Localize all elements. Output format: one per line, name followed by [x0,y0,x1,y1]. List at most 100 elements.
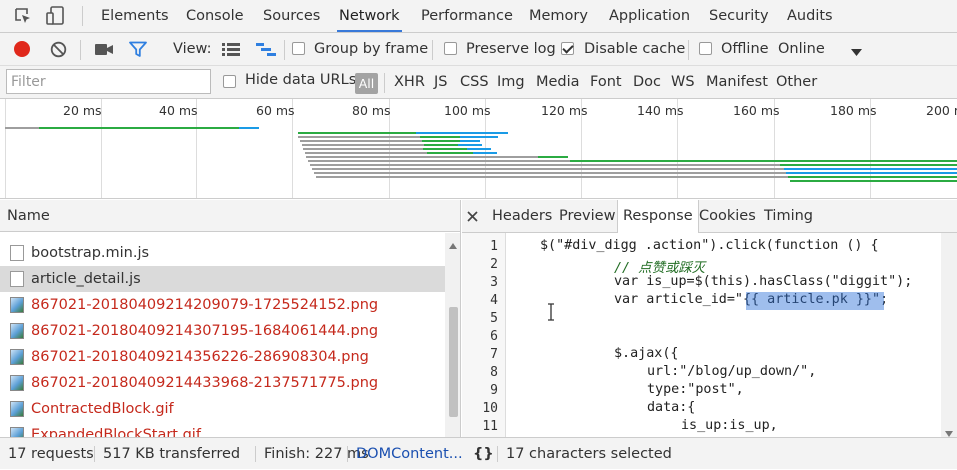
line-number: 1 [490,239,498,254]
disable-cache-checkbox[interactable] [561,42,574,55]
overview-tick-label: 40 ms [159,103,198,118]
request-row[interactable]: ExpandedBlockStart.gif [0,422,445,437]
capture-screenshots-icon[interactable] [94,42,114,61]
overview-tick-label: 80 ms [352,103,391,118]
filter-input[interactable] [6,69,211,94]
request-row[interactable]: 867021-20180409214356226-286908304.png [0,344,445,370]
tab-network[interactable]: Network [337,0,402,32]
record-icon[interactable] [14,41,30,57]
scroll-up-icon[interactable] [449,237,457,253]
tab-elements[interactable]: Elements [99,0,171,32]
filter-icon[interactable] [129,41,147,62]
line-number-gutter: 1 2 3 4 5 6 7 8 9 10 11 [462,233,506,437]
filter-type-manifest[interactable]: Manifest [706,66,768,99]
overview-waterfall-icon[interactable] [256,42,276,61]
network-overview[interactable]: 20 ms 40 ms 60 ms 80 ms 100 ms 120 ms 14… [0,99,957,199]
group-by-frame-checkbox[interactable] [292,42,305,55]
overview-tick-label: 120 ms [541,103,588,118]
tab-headers[interactable]: Headers [492,200,552,233]
request-row[interactable]: bootstrap.min.js [0,240,445,266]
tab-response[interactable]: Response [617,200,699,234]
tab-performance[interactable]: Performance [419,0,515,32]
overview-gridline [5,99,6,198]
line-number: 5 [490,311,498,326]
code-line: $.ajax({ [614,346,679,361]
pretty-print-icon[interactable]: {} [473,438,494,470]
hide-data-urls-label: Hide data URLs [245,72,357,88]
request-name: 867021-20180409214433968-2137571775.png [31,375,379,391]
tab-security[interactable]: Security [707,0,771,32]
request-row[interactable]: article_detail.js [0,266,445,292]
code-scrollbar[interactable] [941,233,957,437]
waterfall-bar [780,164,957,166]
hide-data-urls-checkbox[interactable] [223,75,236,88]
filter-type-other[interactable]: Other [776,66,817,99]
selection-info: 17 characters selected [506,446,672,462]
request-row[interactable]: 867021-20180409214307195-1684061444.png [0,318,445,344]
waterfall-bar [460,136,498,138]
tab-memory[interactable]: Memory [527,0,590,32]
detail-tab-bar: Headers Preview Response Cookies Timing [462,200,957,234]
filter-type-all[interactable]: All [355,73,378,94]
filter-type-doc[interactable]: Doc [633,66,661,99]
request-name: article_detail.js [31,271,141,287]
filter-type-ws[interactable]: WS [671,66,695,99]
image-file-icon [10,323,24,339]
tab-preview[interactable]: Preview [559,200,615,233]
toolbar-divider [432,40,433,60]
tab-audits[interactable]: Audits [785,0,835,32]
clear-icon[interactable] [50,41,67,62]
devtools-tab-bar: Elements Console Sources Network Perform… [0,0,957,33]
line-number: 7 [490,347,498,362]
filter-type-img[interactable]: Img [497,66,525,99]
line-number: 9 [490,383,498,398]
filter-type-media[interactable]: Media [536,66,580,99]
waterfall-bar [306,156,538,158]
waterfall-bar [570,160,957,162]
close-icon[interactable] [467,210,478,226]
tab-timing[interactable]: Timing [764,200,813,233]
waterfall-bar [298,136,420,138]
request-row[interactable]: ContractedBlock.gif [0,396,445,422]
filter-bar: Hide data URLs All XHR JS CSS Img Media … [0,66,957,99]
waterfall-bar [467,148,491,150]
filter-type-font[interactable]: Font [590,66,622,99]
overview-tick-label: 180 ms [830,103,877,118]
request-count: 17 requests [8,446,94,462]
line-number: 4 [490,293,498,308]
chevron-down-icon[interactable] [851,45,862,61]
image-file-icon [10,297,24,313]
request-row[interactable]: 867021-20180409214209079-1725524152.png [0,292,445,318]
group-by-frame-label: Group by frame [314,41,429,57]
device-toolbar-icon[interactable] [46,6,66,30]
waterfall-bar [538,156,568,158]
throttling-select[interactable]: Online [778,33,825,66]
inspect-element-icon[interactable] [14,7,32,29]
tab-application[interactable]: Application [607,0,692,32]
waterfall-bar [308,160,570,162]
filter-type-js[interactable]: JS [434,66,447,99]
toolbar-divider [688,40,689,60]
filter-type-xhr[interactable]: XHR [394,66,425,99]
preserve-log-checkbox[interactable] [444,42,457,55]
tab-cookies[interactable]: Cookies [699,200,756,233]
tab-sources[interactable]: Sources [261,0,322,32]
overview-tick-label: 160 ms [733,103,780,118]
large-rows-icon[interactable] [222,42,240,61]
offline-checkbox[interactable] [699,42,712,55]
waterfall-bar [298,132,416,134]
scrollbar-thumb[interactable] [449,307,458,417]
filter-type-css[interactable]: CSS [460,66,489,99]
name-column-header[interactable]: Name [0,200,460,232]
request-list-scrollbar[interactable] [445,233,460,437]
waterfall-bar [316,176,788,178]
waterfall-bar [302,144,424,146]
toolbar-divider [284,40,285,60]
scroll-down-icon[interactable] [945,425,953,437]
tab-console[interactable]: Console [184,0,246,32]
request-row[interactable]: 867021-20180409214433968-2137571775.png [0,370,445,396]
response-code-view[interactable]: 1 2 3 4 5 6 7 8 9 10 11 $("#div_digg .ac… [462,233,957,437]
network-toolbar: View: Group by frame Preserve log Disabl… [0,33,957,66]
waterfall-bar [784,168,957,170]
overview-tick-label: 60 ms [256,103,295,118]
